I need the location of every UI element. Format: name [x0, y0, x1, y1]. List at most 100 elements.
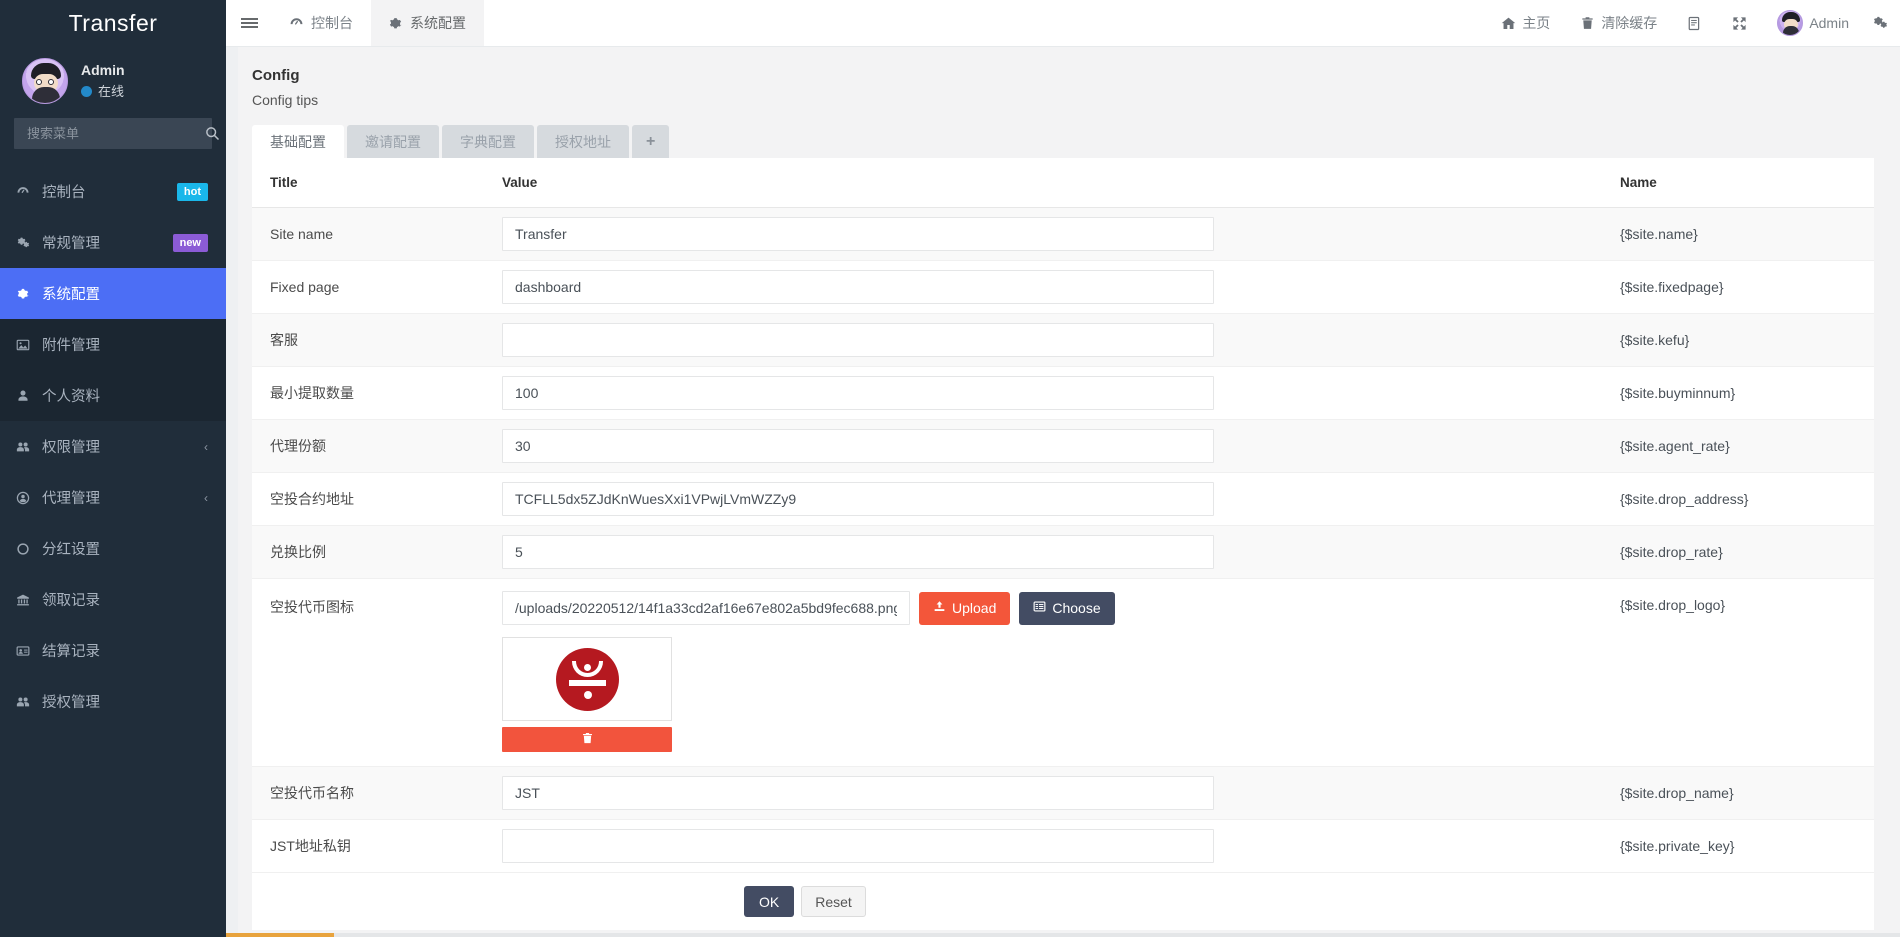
sidebar-item-7[interactable]: 代理管理‹ — [0, 472, 226, 523]
chevron-left-icon: ‹ — [204, 440, 208, 454]
drop-logo-path-input[interactable] — [502, 591, 910, 625]
sidebar-item-6[interactable]: 权限管理‹ — [0, 421, 226, 472]
row-value-cell — [502, 314, 1612, 367]
sidebar-item-9[interactable]: 领取记录 — [0, 574, 226, 625]
row-value-cell — [502, 767, 1612, 820]
gears-icon — [16, 236, 38, 250]
topbar-tabs: 控制台系统配置 — [272, 0, 484, 46]
content-scroll: Config Config tips 基础配置邀请配置字典配置授权地址+ Tit… — [226, 47, 1900, 937]
topbar-action-3[interactable] — [1672, 0, 1717, 47]
sidebar-item-label: 附件管理 — [38, 334, 208, 355]
row-value-input[interactable] — [502, 270, 1214, 304]
row-title: 最小提取数量 — [252, 367, 502, 420]
upload-icon — [933, 600, 946, 616]
reset-button[interactable]: Reset — [801, 886, 866, 917]
sidebar-item-label: 代理管理 — [38, 487, 204, 508]
bottom-progress-fill — [226, 933, 334, 937]
sidebar-item-label: 分红设置 — [38, 538, 208, 559]
search-icon[interactable] — [205, 126, 220, 141]
brand-title: Transfer — [0, 0, 226, 47]
choose-button[interactable]: Choose — [1019, 592, 1114, 625]
row-title: 空投合约地址 — [252, 473, 502, 526]
content-left-strip — [226, 47, 238, 937]
topbar: 控制台系统配置 主页 清除缓存 Admin — [226, 0, 1900, 47]
image-preview[interactable] — [502, 637, 672, 721]
table-header-row: Title Value Name — [252, 158, 1874, 208]
sidebar-item-label: 授权管理 — [38, 691, 208, 712]
row-title: 兑换比例 — [252, 526, 502, 579]
config-tab-1[interactable]: 基础配置 — [252, 125, 344, 158]
config-tab-2[interactable]: 邀请配置 — [347, 125, 439, 158]
row-value-cell: Upload Choose — [502, 579, 1612, 767]
row-value-input[interactable] — [502, 482, 1214, 516]
topbar-action-2[interactable]: 清除缓存 — [1565, 0, 1672, 47]
image-icon — [16, 338, 38, 352]
online-dot-icon — [81, 86, 92, 97]
sidebar-item-10[interactable]: 结算记录 — [0, 625, 226, 676]
row-value-input[interactable] — [502, 535, 1214, 569]
topbar-tab-2[interactable]: 系统配置 — [371, 0, 484, 46]
upload-button-label: Upload — [952, 600, 996, 616]
delete-image-button[interactable] — [502, 727, 672, 752]
avatar — [22, 58, 68, 104]
topbar-user-label: Admin — [1809, 15, 1849, 31]
trash-icon — [581, 732, 594, 748]
row-name-token: {$site.private_key} — [1612, 820, 1874, 873]
id-card-icon — [16, 644, 38, 658]
users-icon — [16, 695, 38, 709]
bottom-progress-track[interactable] — [226, 933, 1900, 937]
upload-button[interactable]: Upload — [919, 592, 1010, 625]
sidebar-badge-hot: hot — [177, 183, 208, 201]
topbar-tab-1[interactable]: 控制台 — [272, 0, 371, 46]
row-value-input[interactable] — [502, 323, 1214, 357]
sidebar-item-3[interactable]: 系统配置 — [0, 268, 226, 319]
avatar — [1777, 10, 1803, 36]
table-head: Title Value Name — [252, 158, 1874, 208]
config-panel: Title Value Name Site name{$site.name}Fi… — [252, 158, 1874, 930]
row-title: 客服 — [252, 314, 502, 367]
row-value-input[interactable] — [502, 776, 1214, 810]
gear-icon — [388, 16, 403, 31]
sidebar-item-8[interactable]: 分红设置 — [0, 523, 226, 574]
sidebar-item-label: 权限管理 — [38, 436, 204, 457]
table-row: 最小提取数量{$site.buyminnum} — [252, 367, 1874, 420]
sidebar-item-11[interactable]: 授权管理 — [0, 676, 226, 727]
table-row: Site name{$site.name} — [252, 208, 1874, 261]
profile-name: Admin — [81, 61, 125, 80]
search-box[interactable] — [14, 118, 212, 149]
row-value-cell — [502, 367, 1612, 420]
row-value-cell — [502, 208, 1612, 261]
config-tab-4[interactable]: 授权地址 — [537, 125, 629, 158]
topbar-action-label: 清除缓存 — [1601, 13, 1657, 33]
sidebar: Transfer Admin 在线 — [0, 0, 226, 937]
row-value-input[interactable] — [502, 829, 1214, 863]
topbar-user-menu[interactable]: Admin — [1762, 0, 1864, 47]
hamburger-icon[interactable] — [226, 0, 272, 46]
gear-icon — [16, 287, 38, 301]
sidebar-item-4[interactable]: 附件管理 — [0, 319, 226, 370]
topbar-settings-button[interactable] — [1864, 0, 1896, 47]
row-value-input[interactable] — [502, 217, 1214, 251]
ok-button[interactable]: OK — [744, 886, 794, 917]
sidebar-item-label: 常规管理 — [38, 232, 173, 253]
sidebar-item-2[interactable]: 常规管理new — [0, 217, 226, 268]
note-icon — [1687, 16, 1702, 31]
sidebar-item-1[interactable]: 控制台hot — [0, 166, 226, 217]
form-actions: OK Reset — [252, 873, 1874, 930]
row-value-input[interactable] — [502, 429, 1214, 463]
sidebar-profile[interactable]: Admin 在线 — [0, 47, 226, 118]
sidebar-item-5[interactable]: 个人资料 — [0, 370, 226, 421]
topbar-action-1[interactable]: 主页 — [1486, 0, 1565, 47]
row-value-input[interactable] — [502, 376, 1214, 410]
col-header-value: Value — [502, 158, 1612, 208]
topbar-action-4[interactable] — [1717, 0, 1762, 47]
table-row: Fixed page{$site.fixedpage} — [252, 261, 1874, 314]
table-row: 空投合约地址{$site.drop_address} — [252, 473, 1874, 526]
row-name-token: {$site.agent_rate} — [1612, 420, 1874, 473]
row-title: JST地址私钥 — [252, 820, 502, 873]
config-tab-3[interactable]: 字典配置 — [442, 125, 534, 158]
search-input[interactable] — [25, 125, 205, 142]
table-row: 空投代币名称{$site.drop_name} — [252, 767, 1874, 820]
app-root: Transfer Admin 在线 — [0, 0, 1900, 937]
add-tab-button[interactable]: + — [632, 125, 669, 158]
